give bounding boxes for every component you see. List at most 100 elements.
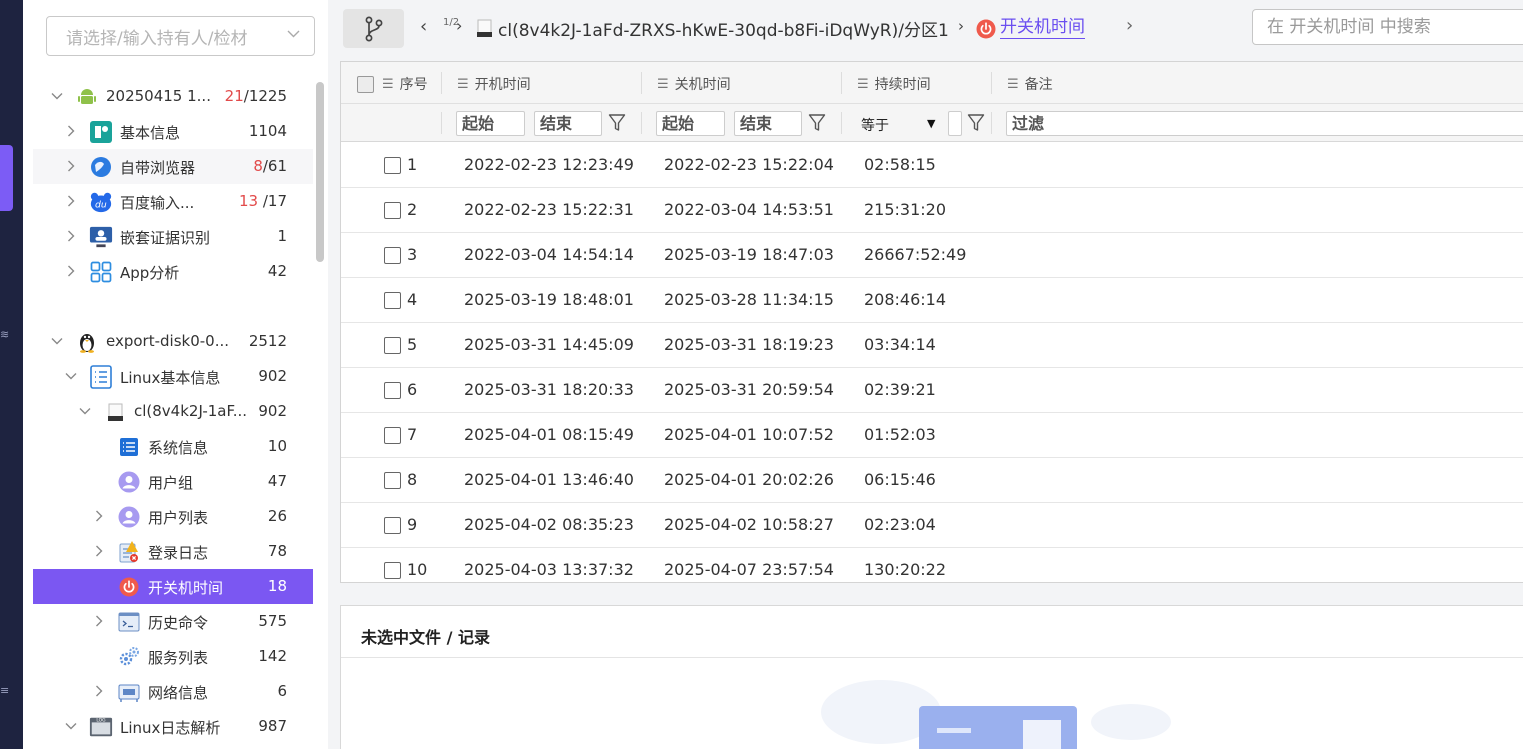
cell-end-time: 2025-04-01 10:07:52 <box>664 425 834 444</box>
tree-node-count: 902 <box>258 402 287 420</box>
tree-node[interactable]: 网络信息 6 <box>33 674 313 709</box>
column-menu-icon[interactable]: ☰ <box>382 77 394 92</box>
table-row[interactable]: 3 2022-03-04 14:54:14 2025-03-19 18:47:03 2… <box>341 233 1523 278</box>
column-divider[interactable] <box>841 72 842 94</box>
start-from-input[interactable]: 起始 <box>456 111 525 136</box>
filter-funnel-icon[interactable] <box>608 113 626 133</box>
filter-funnel-icon[interactable] <box>967 113 985 133</box>
chevron-right-icon[interactable] <box>93 510 105 522</box>
column-note[interactable]: ☰ 备注 <box>1007 74 1053 94</box>
chevron-right-icon[interactable] <box>93 545 105 557</box>
search-box[interactable] <box>1252 9 1523 45</box>
tree-node[interactable]: cl(8v4k2J-1aF... 902 <box>33 394 313 429</box>
chevron-right-icon[interactable] <box>65 195 77 207</box>
start-to-input[interactable]: 结束 <box>534 111 602 136</box>
row-checkbox[interactable] <box>384 517 401 534</box>
table-row[interactable]: 10 2025-04-03 13:37:32 2025-04-07 23:57:54… <box>341 548 1523 582</box>
cell-end-time: 2022-02-23 15:22:04 <box>664 155 834 174</box>
chevron-right-icon[interactable] <box>65 125 77 137</box>
count-total: 47 <box>267 472 287 490</box>
tree-node[interactable]: 历史命令 575 <box>33 604 313 639</box>
column-duration[interactable]: ☰ 持续时间 <box>857 74 931 94</box>
chevron-right-icon[interactable] <box>93 615 105 627</box>
table-row[interactable]: 9 2025-04-02 08:35:23 2025-04-02 10:58:27 0… <box>341 503 1523 548</box>
tree-node[interactable]: 嵌套证据识别 1 <box>33 219 313 254</box>
row-checkbox[interactable] <box>384 202 401 219</box>
column-index[interactable]: ☰ 序号 <box>357 74 428 94</box>
table-row[interactable]: 8 2025-04-01 13:46:40 2025-04-01 20:02:26 0… <box>341 458 1523 503</box>
row-checkbox[interactable] <box>384 247 401 264</box>
monitor-id-icon <box>89 225 113 249</box>
terminal-icon <box>117 610 141 634</box>
owner-select[interactable]: 请选择/输入持有人/检材 <box>46 16 315 56</box>
row-checkbox[interactable] <box>384 337 401 354</box>
tree-node[interactable]: 20250415 1... 21/1225 <box>33 79 313 114</box>
branch-button[interactable] <box>343 9 404 48</box>
select-all-checkbox[interactable] <box>357 75 374 93</box>
tree-node[interactable]: 登录日志 78 <box>33 534 313 569</box>
tree-node[interactable]: 系统信息 10 <box>33 429 313 464</box>
table-row[interactable]: 1 2022-02-23 12:23:49 2022-02-23 15:22:04 0… <box>341 143 1523 188</box>
tree-node[interactable]: 基本信息 1104 <box>33 114 313 149</box>
chevron-right-icon[interactable] <box>65 265 77 277</box>
tree-node[interactable]: export-disk0-0... 2512 <box>33 324 313 359</box>
chevron-down-icon[interactable] <box>51 335 63 347</box>
note-filter-input[interactable]: 过滤 <box>1006 111 1523 136</box>
tree-node[interactable]: du 百度输入... 13 /17 <box>33 184 313 219</box>
cell-start-time: 2025-04-03 13:37:32 <box>464 560 634 579</box>
chevron-right-icon[interactable] <box>65 160 77 172</box>
tree-scrollbar[interactable] <box>316 82 324 262</box>
filter-funnel-icon[interactable] <box>808 113 826 133</box>
cell-start-time: 2025-03-19 18:48:01 <box>464 290 634 309</box>
duration-value-input[interactable] <box>948 111 962 136</box>
breadcrumb-path[interactable]: cl(8v4k2J-1aFd-ZRXS-hKwE-30qd-b8Fi-iDqWy… <box>498 16 949 41</box>
breadcrumb-forward-icon[interactable]: › <box>1126 15 1133 36</box>
tree-node[interactable]: Linux基本信息 902 <box>33 359 313 394</box>
chevron-right-icon[interactable] <box>65 230 77 242</box>
tree-node[interactable]: LOG Linux日志解析 987 <box>33 709 313 744</box>
nav-active-indicator[interactable] <box>0 145 13 211</box>
column-divider[interactable] <box>441 72 442 94</box>
chevron-down-icon[interactable] <box>79 405 91 417</box>
row-checkbox[interactable] <box>384 562 401 579</box>
chevron-down-icon[interactable] <box>65 720 77 732</box>
chevron-down-icon[interactable] <box>65 370 77 382</box>
column-divider[interactable] <box>991 72 992 94</box>
chevron-right-icon[interactable] <box>93 685 105 697</box>
tree-node[interactable]: 用户列表 26 <box>33 499 313 534</box>
column-start[interactable]: ☰ 开机时间 <box>457 74 531 94</box>
duration-operator-select[interactable]: 等于 <box>861 115 889 135</box>
row-checkbox[interactable] <box>384 157 401 174</box>
column-menu-icon[interactable]: ☰ <box>857 77 869 92</box>
table-row[interactable]: 6 2025-03-31 18:20:33 2025-03-31 20:59:54 0… <box>341 368 1523 413</box>
column-menu-icon[interactable]: ☰ <box>457 77 469 92</box>
breadcrumb-current[interactable]: 开关机时间 <box>1000 16 1085 39</box>
column-menu-icon[interactable]: ☰ <box>657 77 669 92</box>
row-checkbox[interactable] <box>384 472 401 489</box>
row-checkbox[interactable] <box>384 292 401 309</box>
table-row[interactable]: 4 2025-03-19 18:48:01 2025-03-28 11:34:15 2… <box>341 278 1523 323</box>
end-to-input[interactable]: 结束 <box>734 111 802 136</box>
tree-node[interactable]: 服务列表 142 <box>33 639 313 674</box>
search-input[interactable] <box>1267 17 1517 37</box>
tree-node[interactable]: App分析 42 <box>33 254 313 289</box>
count-total: /1225 <box>243 87 287 105</box>
tree-node[interactable]: 用户组 47 <box>33 464 313 499</box>
nav-glyph[interactable]: ≋ <box>0 328 9 341</box>
column-divider[interactable] <box>641 72 642 94</box>
chevron-down-icon[interactable] <box>51 90 63 102</box>
row-checkbox[interactable] <box>384 427 401 444</box>
end-from-input[interactable]: 起始 <box>656 111 725 136</box>
table-row[interactable]: 2 2022-02-23 15:22:31 2022-03-04 14:53:51 2… <box>341 188 1523 233</box>
user-list-icon <box>117 505 141 529</box>
nav-glyph[interactable]: ≡ <box>0 684 9 697</box>
table-row[interactable]: 7 2025-04-01 08:15:49 2025-04-01 10:07:52 0… <box>341 413 1523 458</box>
tree-node[interactable]: 自带浏览器 8/61 <box>33 149 313 184</box>
breadcrumb-back-icon[interactable]: ‹ <box>420 16 427 37</box>
column-end[interactable]: ☰ 关机时间 <box>657 74 731 94</box>
tree-node[interactable]: 开关机时间 18 <box>33 569 313 604</box>
dropdown-caret-icon[interactable]: ▼ <box>927 117 935 130</box>
table-row[interactable]: 5 2025-03-31 14:45:09 2025-03-31 18:19:23 0… <box>341 323 1523 368</box>
column-menu-icon[interactable]: ☰ <box>1007 77 1019 92</box>
row-checkbox[interactable] <box>384 382 401 399</box>
